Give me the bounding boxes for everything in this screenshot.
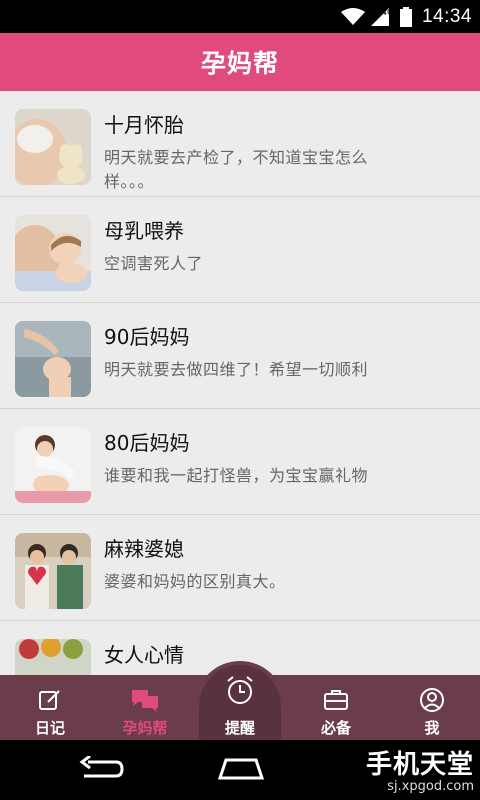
status-icons: 4G [341,6,412,27]
item-description: 明天就要去做四维了！希望一切顺利 [104,360,369,379]
battery-icon [399,6,412,27]
thumbnail-image [15,427,91,503]
alarm-clock-icon [224,673,256,707]
app-screen: 4G 14:34 孕妈帮 十月怀胎 明天就要去产检了，不知道宝宝怎么样。。。 母… [0,0,480,800]
thumbnail-image [15,215,91,291]
network-type: 4G [381,7,394,18]
user-icon [419,687,445,713]
home-icon[interactable] [216,758,266,780]
back-icon[interactable] [78,756,124,782]
thumbnail-image [15,321,91,397]
item-title: 母乳喂养 [104,219,184,243]
watermark-url: sj.xpgod.com [387,779,474,794]
watermark-title: 手机天堂 [365,750,474,780]
app-header: 孕妈帮 [0,33,480,91]
page-title: 孕妈帮 [200,49,279,78]
nav-item-diary[interactable]: 日记 [2,675,98,740]
item-description: 谁要和我一起打怪兽，为宝宝赢礼物 [104,466,369,485]
nav-item-me[interactable]: 我 [384,675,480,740]
item-title: 麻辣婆媳 [104,537,184,561]
watermark: 手机天堂 sj.xpgod.com [366,744,474,794]
item-description: 婆婆和妈妈的区别真大。 [104,572,286,591]
item-title: 90后妈妈 [104,325,190,349]
item-description: 空调害死人了 [104,254,204,273]
status-time: 14:34 [421,5,472,27]
item-title: 80后妈妈 [104,431,190,455]
thumbnail-image [15,109,91,185]
thumbnail-image [15,533,91,609]
edit-icon [38,687,62,713]
status-bar: 4G 14:34 [0,0,480,33]
item-title: 十月怀胎 [104,113,184,137]
list-item[interactable]: 80后妈妈 谁要和我一起打怪兽，为宝宝赢礼物 [0,409,480,515]
list-item[interactable]: 麻辣婆媳 婆婆和妈妈的区别真大。 [0,515,480,621]
list-item[interactable]: 母乳喂养 空调害死人了 [0,197,480,303]
chat-bubbles-icon [130,687,160,713]
nav-label: 必备 [320,719,351,737]
bottom-nav: 日记 孕妈帮 提醒 必备 我 [0,661,480,741]
item-description: 明天就要去产检了，不知道宝宝怎么样。。。 [104,148,369,191]
nav-item-essentials[interactable]: 必备 [288,675,384,740]
thumbnail-image [15,639,91,675]
list-item[interactable]: 90后妈妈 明天就要去做四维了！希望一切顺利 [0,303,480,409]
nav-item-reminder[interactable]: 提醒 [192,675,288,740]
nav-label: 孕妈帮 [122,719,168,737]
nav-label: 提醒 [224,719,255,737]
briefcase-icon [323,687,349,713]
nav-label: 日记 [34,719,65,737]
group-list[interactable]: 十月怀胎 明天就要去产检了，不知道宝宝怎么样。。。 母乳喂养 空调害死人了 90… [0,91,480,675]
item-title: 女人心情 [104,643,184,667]
list-item[interactable]: 十月怀胎 明天就要去产检了，不知道宝宝怎么样。。。 [0,91,480,197]
nav-label: 我 [424,719,440,737]
nav-item-yunmabang[interactable]: 孕妈帮 [97,675,193,740]
system-nav-bar: 手机天堂 sj.xpgod.com [0,740,480,800]
wifi-icon [341,7,366,25]
